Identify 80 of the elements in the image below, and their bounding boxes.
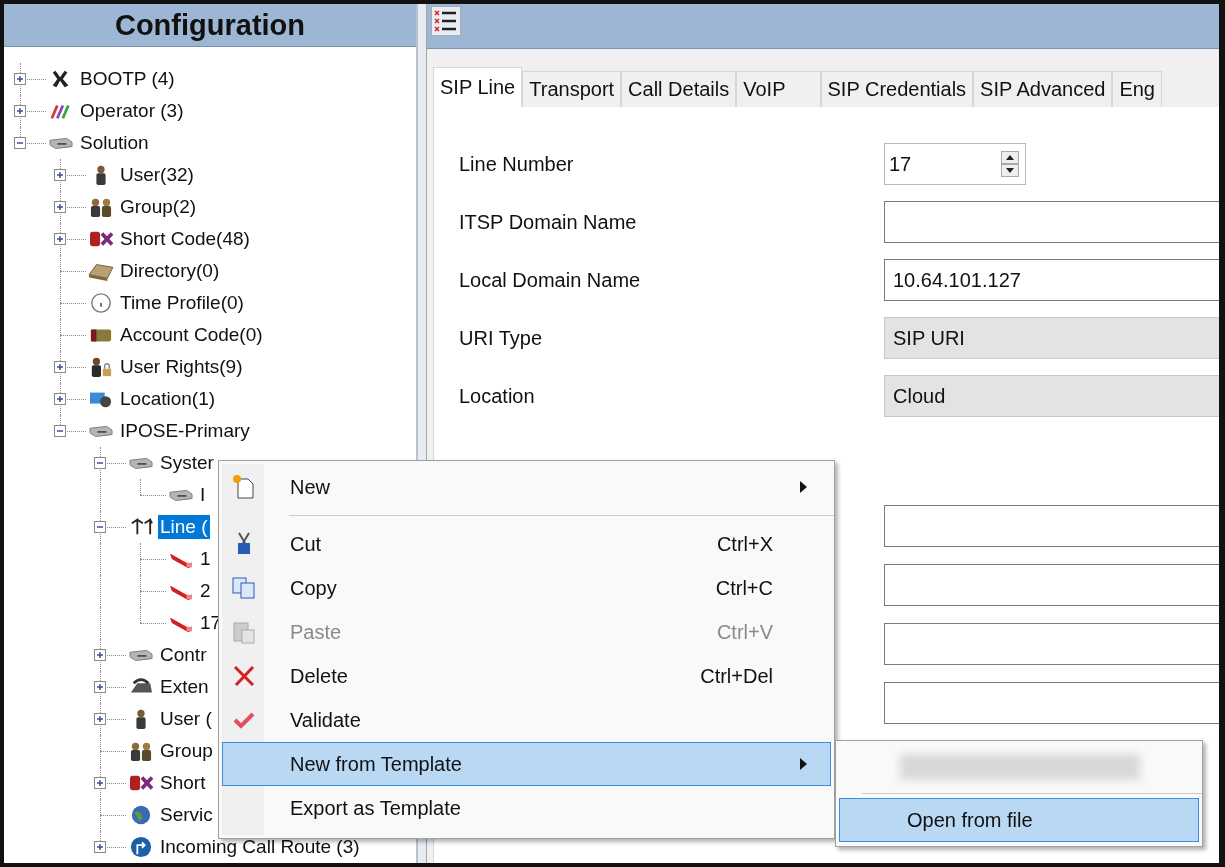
- tree-item[interactable]: Time Profile(0): [118, 291, 246, 315]
- tree-item[interactable]: Incoming Call Route (3): [158, 835, 362, 859]
- text-field[interactable]: 10.64.101.127: [884, 259, 1219, 301]
- tab[interactable]: Eng: [1112, 71, 1162, 107]
- text-field[interactable]: [884, 201, 1219, 243]
- tree-item[interactable]: 1: [198, 547, 213, 571]
- tree-item[interactable]: User Rights(9): [118, 355, 245, 379]
- tree-item[interactable]: Group(2): [118, 195, 199, 219]
- tree-item[interactable]: IPOSE-Primary: [118, 419, 252, 443]
- tree-item[interactable]: User (: [158, 707, 214, 731]
- expand-icon[interactable]: [94, 681, 106, 693]
- tree-item[interactable]: BOOTP (4): [78, 67, 177, 91]
- people-icon: [88, 196, 114, 218]
- panel-title: Configuration: [4, 4, 416, 47]
- spin-arrows-icon[interactable]: [1001, 151, 1019, 177]
- expand-icon[interactable]: [54, 169, 66, 181]
- expand-icon[interactable]: [14, 105, 26, 117]
- field-label: URI Type: [458, 326, 543, 350]
- text-field[interactable]: [884, 505, 1219, 547]
- collapse-icon[interactable]: [94, 521, 106, 533]
- tree-item[interactable]: Group: [158, 739, 215, 763]
- collapse-icon[interactable]: [54, 425, 66, 437]
- tree-item[interactable]: Syster: [158, 451, 216, 475]
- collapse-icon[interactable]: [94, 457, 106, 469]
- paste-icon: [231, 619, 257, 645]
- menu-item[interactable]: Copy Ctrl+C: [222, 566, 831, 610]
- expand-icon[interactable]: [94, 713, 106, 725]
- tree-item[interactable]: 2: [198, 579, 213, 603]
- menu-item[interactable]: New: [222, 465, 831, 509]
- field-label: ITSP Domain Name: [458, 210, 638, 234]
- tree-item[interactable]: Operator (3): [78, 99, 186, 123]
- tree-item[interactable]: Contr: [158, 643, 209, 667]
- expand-icon[interactable]: [54, 233, 66, 245]
- field-label: Local Domain Name: [458, 268, 642, 292]
- number-spinner[interactable]: 17: [884, 143, 1026, 185]
- field-label: Line Number: [458, 152, 575, 176]
- tree-item[interactable]: Location(1): [118, 387, 218, 411]
- tree-item[interactable]: Short Code(48): [118, 227, 252, 251]
- tree-item[interactable]: Line (: [158, 515, 210, 539]
- text-field[interactable]: [884, 564, 1219, 606]
- tab[interactable]: Transport: [522, 71, 622, 107]
- text-field[interactable]: [884, 623, 1219, 665]
- route-icon: [128, 836, 154, 858]
- new-document-icon: [231, 474, 257, 500]
- tab[interactable]: VoIP: [736, 71, 821, 107]
- collapse-icon[interactable]: [14, 137, 26, 149]
- list-icon[interactable]: [431, 6, 461, 36]
- menu-item[interactable]: Validate: [222, 698, 831, 742]
- tab[interactable]: SIP Advanced: [973, 71, 1113, 107]
- tree-item[interactable]: Servic: [158, 803, 215, 827]
- expand-icon[interactable]: [54, 393, 66, 405]
- tree-item[interactable]: I: [198, 483, 208, 507]
- tree-item[interactable]: Short: [158, 771, 208, 795]
- menu-item[interactable]: Export as Template: [222, 786, 831, 830]
- field-label: Location: [458, 384, 536, 408]
- people-icon: [128, 740, 154, 762]
- copy-icon: [231, 575, 257, 601]
- menu-item[interactable]: New from Template: [222, 742, 831, 786]
- tree-item[interactable]: Directory(0): [118, 259, 222, 283]
- dropdown-field[interactable]: Cloud: [884, 375, 1219, 417]
- expand-icon[interactable]: [14, 73, 26, 85]
- expand-icon[interactable]: [94, 649, 106, 661]
- tab[interactable]: Call Details: [621, 71, 737, 107]
- text-field[interactable]: [884, 682, 1219, 724]
- dropdown-field[interactable]: SIP URI: [884, 317, 1219, 359]
- tree-item[interactable]: Exten: [158, 675, 211, 699]
- expand-icon[interactable]: [54, 201, 66, 213]
- menu-item[interactable]: Open from file: [839, 798, 1199, 842]
- expand-icon[interactable]: [94, 841, 106, 853]
- clock-icon: [88, 292, 114, 314]
- expand-icon[interactable]: [54, 361, 66, 373]
- expand-icon[interactable]: [94, 777, 106, 789]
- menu-item[interactable]: Delete Ctrl+Del: [222, 654, 831, 698]
- menu-item[interactable]: Cut Ctrl+X: [222, 522, 831, 566]
- tree-item[interactable]: User(32): [118, 163, 196, 187]
- delete-icon: [231, 663, 257, 689]
- tab[interactable]: SIP Credentials: [820, 71, 974, 107]
- tree-item[interactable]: Account Code(0): [118, 323, 265, 347]
- tab[interactable]: SIP Line: [433, 67, 523, 107]
- tree-item[interactable]: Solution: [78, 131, 151, 155]
